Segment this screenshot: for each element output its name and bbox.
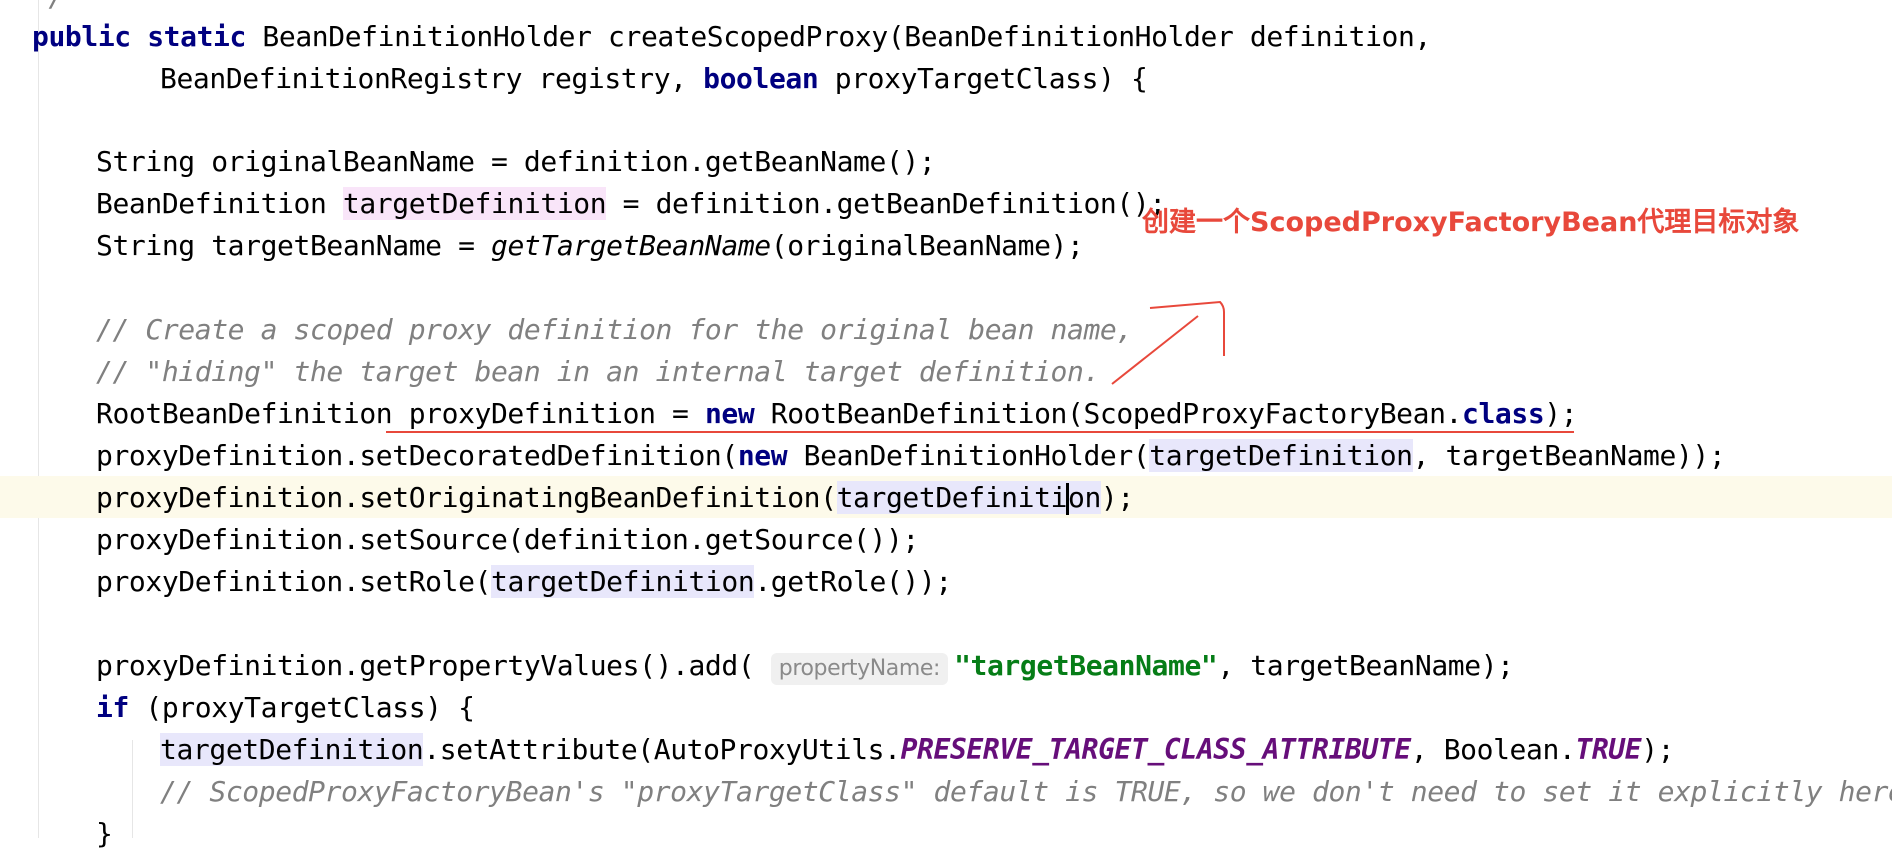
code-text: ); [1544, 397, 1578, 430]
method-signature: BeanDefinitionHolder createScopedProxy(B… [245, 20, 1431, 53]
code-line: public static BeanDefinitionHolder creat… [32, 16, 1431, 58]
code-text: proxyDefinition.setRole( [96, 565, 491, 598]
keyword: class [1461, 397, 1545, 430]
code-line: String originalBeanName = definition.get… [96, 141, 936, 183]
comment: // "hiding" the target bean in an intern… [96, 355, 1100, 388]
code-line: proxyDefinition.setRole(targetDefinition… [96, 561, 952, 603]
static-constant: TRUE [1575, 733, 1642, 766]
string-literal: "targetBeanName" [954, 649, 1218, 682]
code-line: // Create a scoped proxy definition for … [96, 309, 1133, 351]
code-text: targetDefiniti [836, 481, 1068, 514]
code-text: BeanDefinition [96, 187, 343, 220]
code-text: String originalBeanName = definition.get… [96, 145, 936, 178]
code-text: = definition.getBeanDefinition(); [606, 187, 1167, 220]
static-method-call: getTargetBeanName [490, 229, 771, 262]
variable-read-highlight: targetDefinition [490, 565, 755, 598]
indent-guide [38, 0, 39, 838]
code-text: RootBeanDefinition proxyDefinition = [96, 397, 705, 430]
keyword: public [32, 20, 131, 53]
code-line: proxyDefinition.setDecoratedDefinition(n… [96, 435, 1726, 477]
keyword: boolean [703, 62, 819, 95]
code-text: .setAttribute(AutoProxyUtils. [423, 733, 901, 766]
code-text: (proxyTargetClass) { [128, 691, 475, 724]
code-text: } [96, 817, 113, 850]
code-line: targetDefinition.setAttribute(AutoProxyU… [160, 729, 1675, 771]
code-text: , Boolean. [1410, 733, 1576, 766]
code-line: proxyDefinition.getPropertyValues().add(… [96, 645, 1514, 687]
code-text: proxyTargetClass) { [818, 62, 1148, 95]
code-text: BeanDefinitionHolder( [787, 439, 1150, 472]
comment-end: */ [32, 0, 65, 13]
code-text: String targetBeanName = [96, 229, 491, 262]
code-line: // ScopedProxyFactoryBean's "proxyTarget… [160, 771, 1892, 813]
code-text: (originalBeanName); [770, 229, 1084, 262]
parameter-name-hint: propertyName: [770, 653, 949, 685]
code-text: ); [1100, 481, 1134, 514]
code-text: proxyDefinition.setDecoratedDefinition( [96, 439, 738, 472]
code-text: BeanDefinitionRegistry registry, [160, 62, 704, 95]
code-text: , targetBeanName)); [1412, 439, 1726, 472]
comment: // Create a scoped proxy definition for … [96, 313, 1133, 346]
code-text: proxyDefinition.getPropertyValues().add( [96, 649, 771, 682]
annotation-label: 创建一个ScopedProxyFactoryBean代理目标对象 [1142, 207, 1800, 238]
code-line: } [96, 813, 113, 855]
code-line: // "hiding" the target bean in an intern… [96, 351, 1100, 393]
keyword: new [737, 439, 788, 472]
code-line: String targetBeanName = getTargetBeanNam… [96, 225, 1084, 267]
code-line: if (proxyTargetClass) { [96, 687, 475, 729]
code-editor[interactable]: */ public static BeanDefinitionHolder cr… [0, 0, 1892, 850]
code-text: RootBeanDefinition(ScopedProxyFactoryBea… [754, 397, 1463, 430]
variable-read-highlight: targetDefinition [160, 733, 424, 766]
variable-read-highlight: targetDefinition [836, 481, 1101, 515]
code-text: proxyDefinition.setOriginatingBeanDefini… [96, 481, 837, 514]
code-line: BeanDefinitionRegistry registry, boolean… [160, 58, 1148, 100]
code-text: ); [1641, 733, 1675, 766]
code-line: proxyDefinition.setSource(definition.get… [96, 519, 919, 561]
comment: // ScopedProxyFactoryBean's "proxyTarget… [160, 775, 1892, 808]
keyword: static [147, 20, 246, 53]
code-text: .getRole()); [754, 565, 952, 598]
variable-read-highlight: targetDefinition [1149, 439, 1413, 472]
code-text: , targetBeanName); [1217, 649, 1514, 682]
code-line-current: proxyDefinition.setOriginatingBeanDefini… [96, 477, 1134, 519]
code-line: BeanDefinition targetDefinition = defini… [96, 183, 1166, 225]
keyword: if [96, 691, 129, 724]
variable-write-highlight: targetDefinition [342, 187, 607, 220]
code-text: on [1068, 481, 1101, 514]
code-text: proxyDefinition.setSource(definition.get… [96, 523, 919, 556]
static-constant: PRESERVE_TARGET_CLASS_ATTRIBUTE [900, 733, 1412, 766]
code-line: RootBeanDefinition proxyDefinition = new… [96, 393, 1578, 435]
indent-guide [132, 740, 133, 838]
keyword: new [704, 397, 755, 430]
